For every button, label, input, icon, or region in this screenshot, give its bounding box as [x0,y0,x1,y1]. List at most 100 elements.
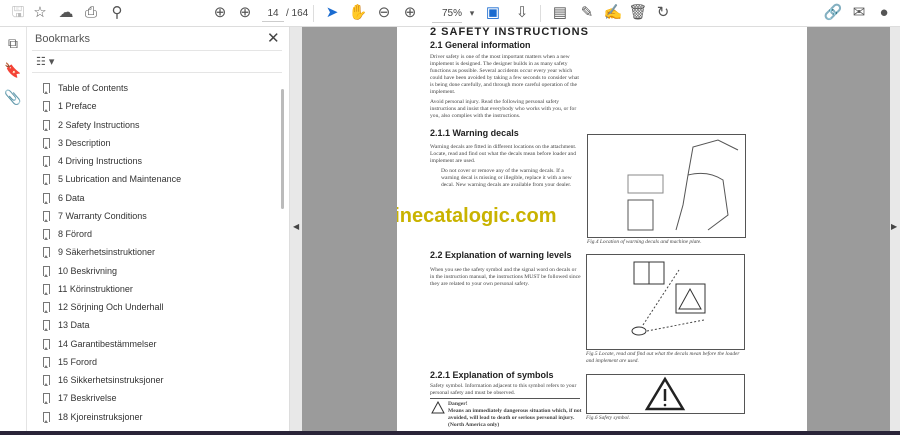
figure-warning-levels [586,254,745,350]
bookmark-flag-icon [43,137,50,149]
save-icon[interactable]: 🖫 [8,4,28,22]
delete-icon[interactable]: 🗑 [628,4,648,22]
bookmark-item[interactable]: 16 Sikkerhetsinstruksjoner [27,371,282,389]
safety-symbol-icon [644,376,686,411]
select-cursor-icon[interactable]: ➤ [322,4,342,22]
bookmark-flag-icon [43,283,50,295]
warning-diagram [631,261,706,336]
divider [430,398,580,399]
expand-right-icon[interactable]: ▶ [891,222,897,231]
bookmark-flag-icon [43,338,50,350]
bookmark-label: Table of Contents [58,83,129,94]
attachment-icon[interactable]: 📎 [4,89,22,107]
bookmark-item[interactable]: Table of Contents [27,79,282,97]
bookmark-item[interactable]: 5 Lubrication and Maintenance [27,170,282,188]
bookmark-label: 9 Säkerhetsinstruktioner [58,247,156,258]
bookmark-item[interactable]: 14 Garantibestämmelser [27,335,282,353]
bookmark-item[interactable]: 13 Data [27,316,282,334]
share-link-icon[interactable]: 🔗 [823,4,843,22]
bookmark-item[interactable]: 2 Safety Instructions [27,116,282,134]
page-fit-icon[interactable]: ▣ [483,4,503,22]
section-heading: 2.2.1 Explanation of symbols [430,370,554,380]
collapse-left-icon[interactable]: ◀ [293,222,299,231]
bullet-item: Do not cover or remove any of the warnin… [441,168,572,188]
bookmark-flag-icon [43,320,50,332]
page-number-input[interactable]: 14 [262,5,284,22]
zoom-in-icon[interactable]: ⊕ [400,4,420,22]
bookmark-flag-icon [43,302,50,314]
bookmark-item[interactable]: 11 Körinstruktioner [27,280,282,298]
bookmark-flag-icon [43,83,50,95]
bookmark-label: 12 Sörjning Och Underhall [58,302,164,313]
bookmark-item[interactable]: 12 Sörjning Och Underhall [27,298,282,316]
page-total: / 164 [286,8,309,19]
previous-page-icon[interactable]: ⊕ [210,4,230,22]
bookmark-flag-icon [43,265,50,277]
divider [540,5,541,22]
chevron-down-icon[interactable]: ▾ [462,4,482,22]
bookmark-item[interactable]: 9 Säkerhetsinstruktioner [27,243,282,261]
bookmark-item[interactable]: 10 Beskrivning [27,262,282,280]
paragraph: Driver safety is one of the most importa… [430,54,579,95]
print-icon[interactable]: ⎙ [81,4,101,22]
bookmark-item[interactable]: 4 Driving Instructions [27,152,282,170]
bookmark-list: Table of Contents 1 Preface 2 Safety Instr… [27,79,282,426]
bookmark-label: 11 Körinstruktioner [58,283,133,294]
bookmark-label: 10 Beskrivning [58,265,118,276]
bookmark-flag-icon [43,229,50,241]
paragraph: When you see the safety symbol and the s… [430,267,581,287]
email-icon[interactable]: ✉ [849,4,869,22]
sign-icon[interactable]: ✍ [603,4,623,22]
page-canvas: 2 SAFETY INSTRUCTIONS 2.1 General inform… [302,27,890,431]
search-icon[interactable]: ⚲ [107,4,127,22]
bookmark-item[interactable]: 7 Warranty Conditions [27,207,282,225]
bookmark-label: 6 Data [58,192,85,203]
scroll-mode-icon[interactable]: ⇩ [512,4,532,22]
bookmark-label: 3 Description [58,137,111,148]
document-viewer: ◀ ▶ 2 SAFETY INSTRUCTIONS 2.1 General in… [290,27,900,431]
left-nav-rail: ⧉ 🔖 📎 [0,27,27,431]
comment-icon[interactable]: ▤ [550,4,570,22]
bookmark-label: 4 Driving Instructions [58,156,143,167]
bookmark-flag-icon [43,393,50,405]
bookmark-item[interactable]: 3 Description [27,134,282,152]
bookmark-item[interactable]: 8 Förord [27,225,282,243]
bookmark-label: 15 Forord [58,356,98,367]
bookmark-item[interactable]: 15 Forord [27,353,282,371]
bookmark-label: 5 Lubrication and Maintenance [58,174,182,185]
bookmark-item[interactable]: 17 Beskrivelse [27,389,282,407]
figure-caption: Fig.5 Locate, read and find out what the… [586,351,740,364]
zoom-out-icon[interactable]: ⊖ [374,4,394,22]
bookmark-label: 8 Förord [58,229,93,240]
bookmark-label: 2 Safety Instructions [58,119,140,130]
scrollbar[interactable] [281,89,284,209]
bookmark-flag-icon [43,174,50,186]
account-icon[interactable]: ● [874,4,894,22]
bookmark-flag-icon [43,192,50,204]
rotate-icon[interactable]: ↻ [653,4,673,22]
page-thumbnails-icon[interactable]: ⧉ [4,35,22,53]
figure-loader-decals [587,134,746,238]
chapter-heading: 2 SAFETY INSTRUCTIONS [430,27,589,38]
paragraph: Avoid personal injury. Read the followin… [430,99,577,119]
next-page-icon[interactable]: ⊕ [235,4,255,22]
paragraph: Warning decals are fitted in different l… [430,144,577,164]
pdf-page: 2 SAFETY INSTRUCTIONS 2.1 General inform… [397,27,807,431]
upload-cloud-icon[interactable]: ☁ [56,4,76,22]
bookmark-icon[interactable]: 🔖 [4,62,22,80]
bookmarks-toolbar: ☷ ▾ [32,50,282,73]
bookmark-options-icon[interactable]: ☷ ▾ [36,55,54,68]
watermark: machinecatalogic.com [397,205,557,227]
bookmark-item[interactable]: 6 Data [27,189,282,207]
bookmark-item[interactable]: 18 Kjoreinstruksjoner [27,408,282,426]
hand-tool-icon[interactable]: ✋ [348,4,368,22]
zoom-level-select[interactable]: 75% [432,5,462,23]
star-icon[interactable]: ☆ [30,4,50,22]
section-heading: 2.2 Explanation of warning levels [430,250,572,260]
warning-triangle-icon [431,401,445,414]
close-icon[interactable]: ✕ [267,29,280,47]
bookmark-flag-icon [43,247,50,259]
bookmarks-panel: Bookmarks ✕ ☷ ▾ Table of Contents 1 Prefa… [27,27,290,431]
bookmark-item[interactable]: 1 Preface [27,97,282,115]
highlight-pen-icon[interactable]: ✎ [577,4,597,22]
